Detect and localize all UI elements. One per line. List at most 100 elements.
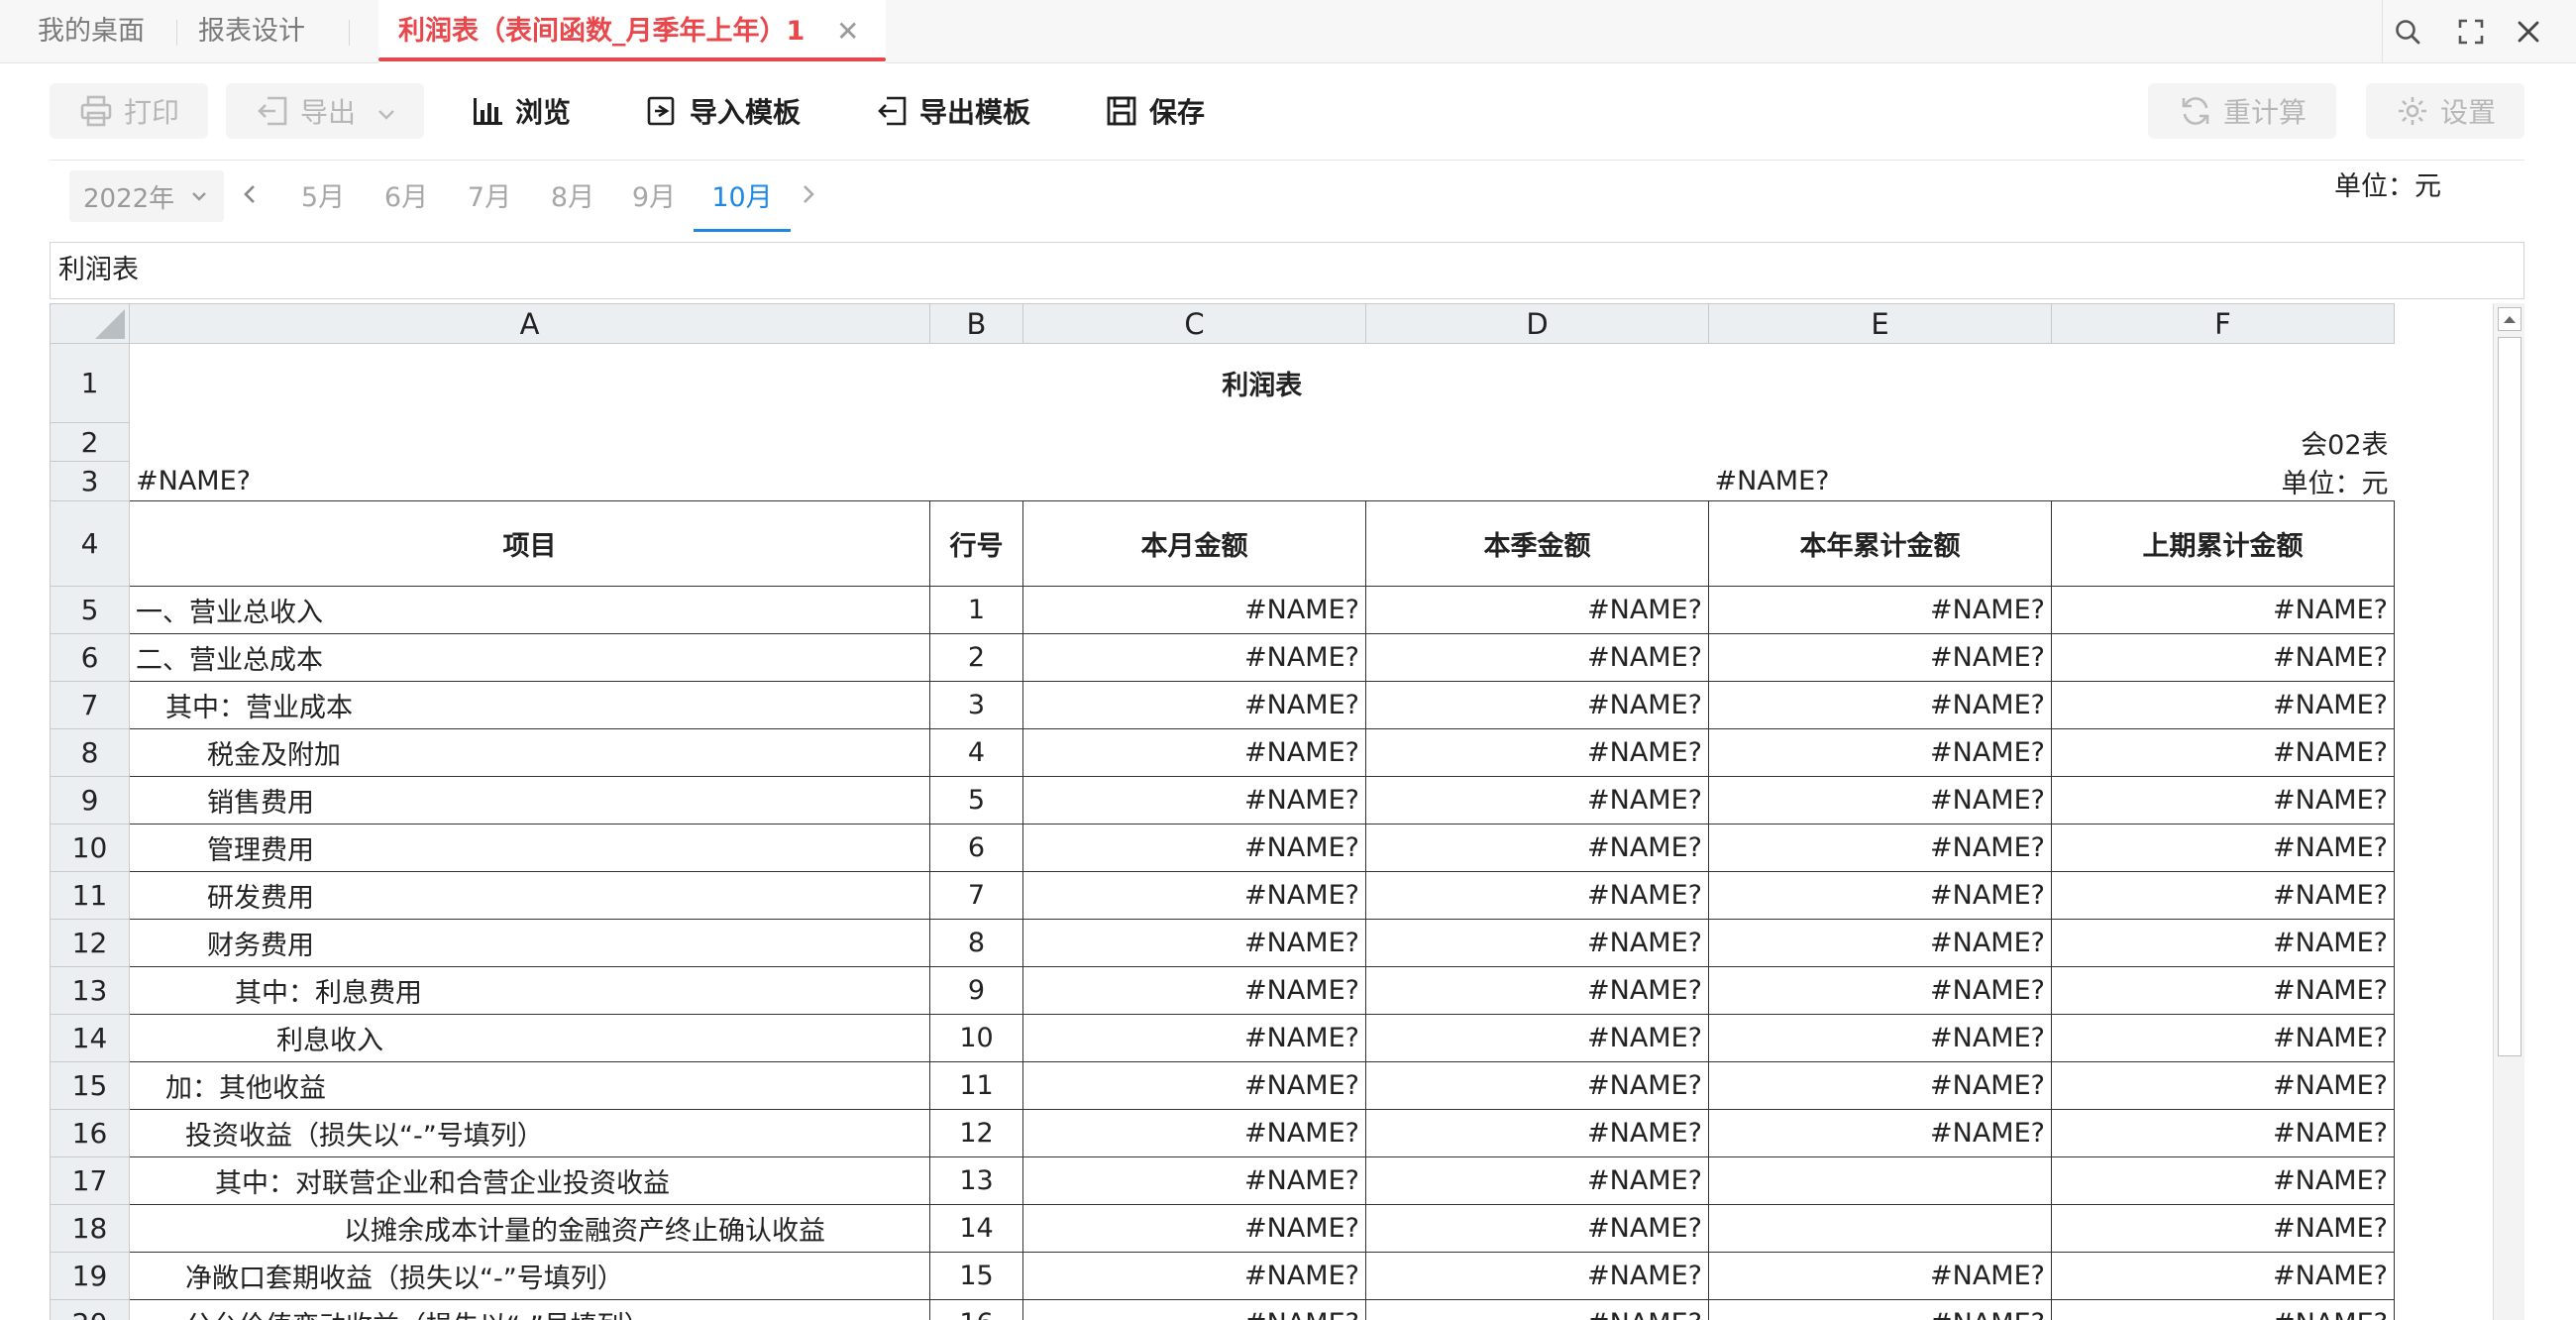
- month-amount-cell[interactable]: #NAME?: [1022, 966, 1366, 1015]
- quarter-amount-cell[interactable]: #NAME?: [1365, 871, 1709, 920]
- quarter-amount-cell[interactable]: #NAME?: [1365, 1014, 1709, 1062]
- quarter-amount-cell[interactable]: #NAME?: [1365, 1109, 1709, 1157]
- fullscreen-icon[interactable]: [2449, 10, 2493, 54]
- company-cell[interactable]: #NAME?: [130, 462, 1366, 501]
- row-header[interactable]: 4: [50, 500, 130, 587]
- ytd-amount-cell[interactable]: #NAME?: [1708, 633, 2052, 682]
- vertical-scrollbar[interactable]: [2493, 303, 2524, 1320]
- ytd-amount-cell[interactable]: #NAME?: [1708, 681, 2052, 729]
- tab-active-report[interactable]: 利润表（表间函数_月季年上年）1 ✕: [378, 0, 886, 63]
- column-header-b[interactable]: B: [929, 303, 1023, 344]
- prior-amount-cell[interactable]: #NAME?: [2051, 919, 2395, 967]
- line-no-cell[interactable]: 5: [929, 776, 1023, 825]
- item-cell[interactable]: 销售费用: [129, 776, 930, 825]
- header-prior-period[interactable]: 上期累计金额: [2051, 500, 2395, 587]
- line-no-cell[interactable]: 15: [929, 1252, 1023, 1300]
- line-no-cell[interactable]: 13: [929, 1156, 1023, 1205]
- row-header[interactable]: 7: [50, 681, 130, 729]
- prior-amount-cell[interactable]: #NAME?: [2051, 681, 2395, 729]
- row-header[interactable]: 6: [50, 633, 130, 682]
- line-no-cell[interactable]: 6: [929, 824, 1023, 872]
- month-amount-cell[interactable]: #NAME?: [1022, 776, 1366, 825]
- month-tab-5[interactable]: 5月: [297, 174, 349, 222]
- month-tab-9[interactable]: 9月: [628, 174, 680, 222]
- browse-button[interactable]: 浏览: [470, 83, 571, 139]
- ytd-amount-cell[interactable]: #NAME?: [1708, 586, 2052, 634]
- item-cell[interactable]: 加：其他收益: [129, 1061, 930, 1110]
- prior-amount-cell[interactable]: #NAME?: [2051, 1204, 2395, 1253]
- month-tab-6[interactable]: 6月: [380, 174, 432, 222]
- quarter-amount-cell[interactable]: #NAME?: [1365, 1204, 1709, 1253]
- month-amount-cell[interactable]: #NAME?: [1022, 824, 1366, 872]
- header-this-quarter[interactable]: 本季金额: [1365, 500, 1709, 587]
- import-template-button[interactable]: 导入模板: [644, 83, 801, 139]
- line-no-cell[interactable]: 1: [929, 586, 1023, 634]
- row-header[interactable]: 1: [50, 343, 130, 423]
- month-amount-cell[interactable]: #NAME?: [1022, 1299, 1366, 1320]
- ytd-amount-cell[interactable]: #NAME?: [1708, 919, 2052, 967]
- prior-amount-cell[interactable]: #NAME?: [2051, 1014, 2395, 1062]
- prior-amount-cell[interactable]: #NAME?: [2051, 1061, 2395, 1110]
- ytd-amount-cell[interactable]: #NAME?: [1708, 871, 2052, 920]
- line-no-cell[interactable]: 8: [929, 919, 1023, 967]
- row-header[interactable]: 15: [50, 1061, 130, 1110]
- month-amount-cell[interactable]: #NAME?: [1022, 1252, 1366, 1300]
- line-no-cell[interactable]: 11: [929, 1061, 1023, 1110]
- column-header-d[interactable]: D: [1365, 303, 1709, 344]
- scrollbar-thumb[interactable]: [2498, 337, 2522, 1056]
- quarter-amount-cell[interactable]: #NAME?: [1365, 824, 1709, 872]
- prior-amount-cell[interactable]: #NAME?: [2051, 824, 2395, 872]
- item-cell[interactable]: 以摊余成本计量的金融资产终止确认收益: [129, 1204, 930, 1253]
- row-header[interactable]: 12: [50, 919, 130, 967]
- quarter-amount-cell[interactable]: #NAME?: [1365, 633, 1709, 682]
- tab-report-design[interactable]: 报表设计: [198, 0, 305, 63]
- save-button[interactable]: 保存: [1104, 83, 1205, 139]
- column-header-f[interactable]: F: [2051, 303, 2395, 344]
- month-amount-cell[interactable]: #NAME?: [1022, 1204, 1366, 1253]
- month-amount-cell[interactable]: #NAME?: [1022, 871, 1366, 920]
- item-cell[interactable]: 一、营业总收入: [129, 586, 930, 634]
- line-no-cell[interactable]: 7: [929, 871, 1023, 920]
- ytd-amount-cell[interactable]: #NAME?: [1708, 776, 2052, 825]
- form-number[interactable]: 会02表: [130, 423, 2395, 462]
- report-title[interactable]: 利润表: [130, 344, 2395, 423]
- quarter-amount-cell[interactable]: #NAME?: [1365, 586, 1709, 634]
- row-header[interactable]: 19: [50, 1252, 130, 1300]
- column-header-a[interactable]: A: [129, 303, 930, 344]
- row-header[interactable]: 8: [50, 728, 130, 777]
- row-header[interactable]: 14: [50, 1014, 130, 1062]
- month-amount-cell[interactable]: #NAME?: [1022, 633, 1366, 682]
- export-button[interactable]: 导出: [226, 83, 424, 139]
- month-tab-10[interactable]: 10月: [694, 174, 791, 232]
- row-header[interactable]: 2: [50, 422, 130, 462]
- scroll-up-icon[interactable]: [2498, 307, 2522, 331]
- ytd-amount-cell[interactable]: #NAME?: [1708, 1109, 2052, 1157]
- month-amount-cell[interactable]: #NAME?: [1022, 919, 1366, 967]
- row-header[interactable]: 20: [50, 1299, 130, 1320]
- header-ytd[interactable]: 本年累计金额: [1708, 500, 2052, 587]
- quarter-amount-cell[interactable]: #NAME?: [1365, 1299, 1709, 1320]
- month-amount-cell[interactable]: #NAME?: [1022, 728, 1366, 777]
- row-header[interactable]: 11: [50, 871, 130, 920]
- line-no-cell[interactable]: 10: [929, 1014, 1023, 1062]
- prior-amount-cell[interactable]: #NAME?: [2051, 1156, 2395, 1205]
- cell-d3[interactable]: [1366, 462, 1709, 501]
- month-amount-cell[interactable]: #NAME?: [1022, 1156, 1366, 1205]
- row-header[interactable]: 13: [50, 966, 130, 1015]
- line-no-cell[interactable]: 14: [929, 1204, 1023, 1253]
- ytd-amount-cell[interactable]: #NAME?: [1708, 1299, 2052, 1320]
- search-icon[interactable]: [2386, 10, 2429, 54]
- prior-amount-cell[interactable]: #NAME?: [2051, 1252, 2395, 1300]
- line-no-cell[interactable]: 12: [929, 1109, 1023, 1157]
- row-header[interactable]: 17: [50, 1156, 130, 1205]
- recalculate-button[interactable]: 重计算: [2148, 83, 2336, 139]
- quarter-amount-cell[interactable]: #NAME?: [1365, 1156, 1709, 1205]
- item-cell[interactable]: 税金及附加: [129, 728, 930, 777]
- month-amount-cell[interactable]: #NAME?: [1022, 681, 1366, 729]
- quarter-amount-cell[interactable]: #NAME?: [1365, 1252, 1709, 1300]
- line-no-cell[interactable]: 2: [929, 633, 1023, 682]
- line-no-cell[interactable]: 3: [929, 681, 1023, 729]
- header-item[interactable]: 项目: [129, 500, 930, 587]
- column-header-e[interactable]: E: [1708, 303, 2052, 344]
- line-no-cell[interactable]: 4: [929, 728, 1023, 777]
